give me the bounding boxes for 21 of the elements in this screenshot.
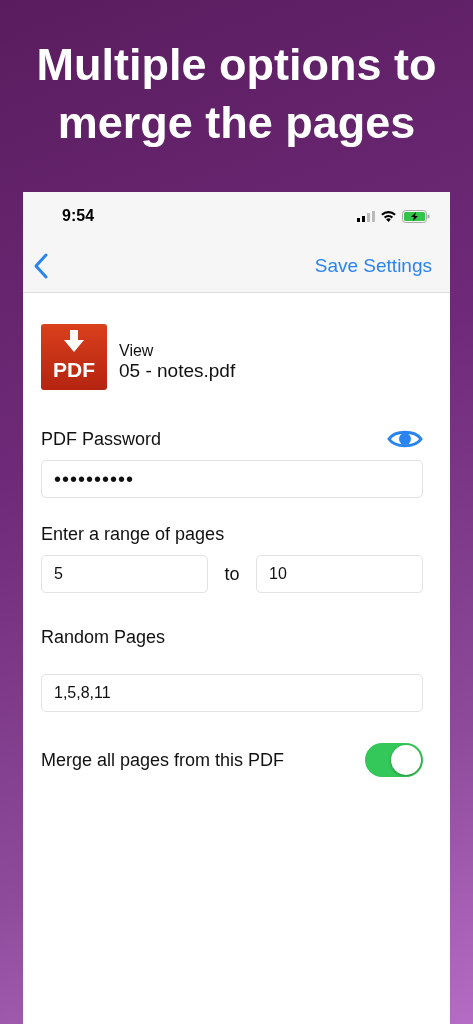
view-caption: View [119, 342, 155, 360]
password-field[interactable]: •••••••••• [41, 460, 423, 498]
signal-icon [357, 210, 375, 222]
input-field[interactable]: 10 [256, 555, 423, 593]
field-label: Random Pages [41, 627, 167, 648]
range-separator: to [223, 563, 241, 585]
headline: Multiple options to merge the pages [35, 38, 438, 150]
eye-icon[interactable] [387, 428, 423, 450]
toggle-label: Merge all pages from this PDF [41, 749, 285, 771]
input-field[interactable]: 5 [41, 555, 208, 593]
file-name: 05 - notes.pdf [119, 360, 236, 382]
download-arrow-icon [61, 330, 87, 354]
status-time: 9:54 [62, 207, 95, 225]
field-label: PDF Password [41, 428, 162, 450]
pdf-icon-label: PDF [53, 358, 95, 382]
wifi-icon [380, 210, 397, 222]
toggle-switch[interactable] [365, 743, 423, 777]
input-field[interactable]: 1,5,8,11 [41, 674, 423, 712]
field-label: Enter a range of pages [41, 524, 226, 545]
battery-icon [402, 209, 430, 223]
back-button[interactable] [33, 253, 49, 279]
